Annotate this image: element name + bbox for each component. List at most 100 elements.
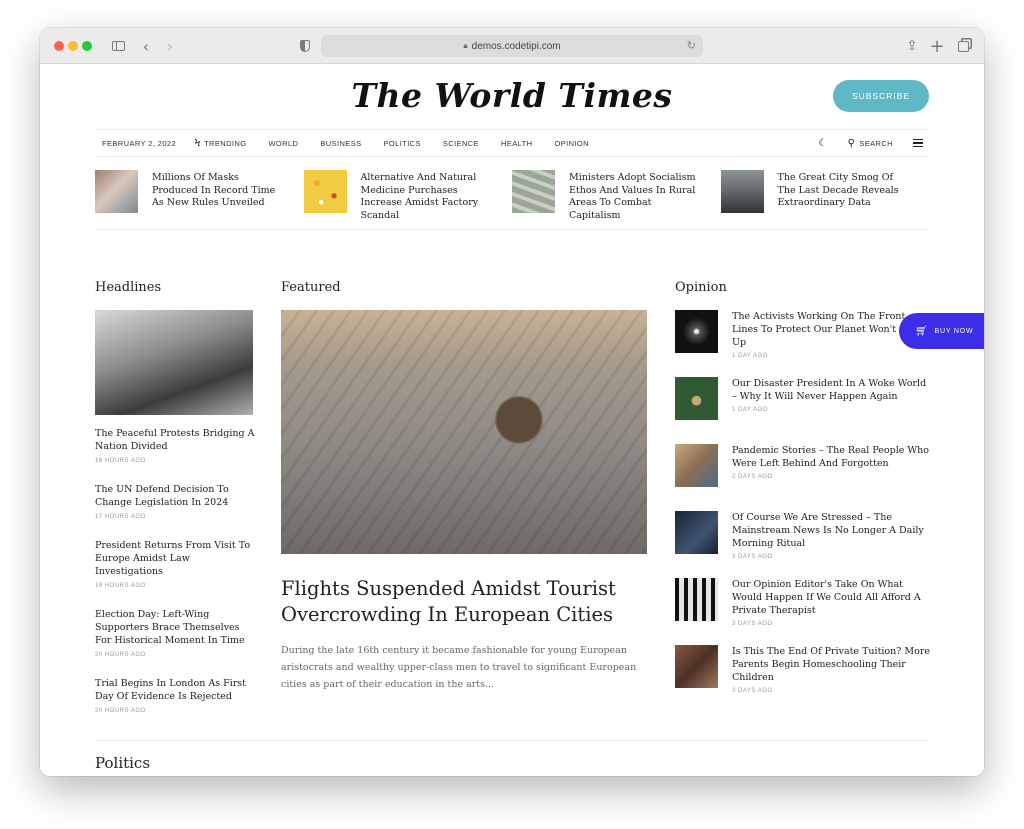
buy-now-label: BUY NOW xyxy=(934,327,974,335)
menu-hamburger-icon[interactable] xyxy=(913,139,923,147)
headline-title[interactable]: President Returns From Visit To Europe A… xyxy=(95,539,255,578)
trending-item[interactable]: Ministers Adopt Socialism Ethos And Valu… xyxy=(512,170,721,229)
minimize-window-button[interactable] xyxy=(68,41,78,51)
trending-thumbnail[interactable] xyxy=(303,170,347,213)
section-divider xyxy=(95,740,929,741)
featured-article: Flights Suspended Amidst Tourist Overcro… xyxy=(281,310,647,693)
nav-link-opinion[interactable]: OPINION xyxy=(554,139,588,148)
forward-arrow-icon[interactable]: › xyxy=(164,37,176,56)
zoom-window-button[interactable] xyxy=(82,41,92,51)
search-button[interactable]: ⚲ SEARCH xyxy=(848,138,893,149)
opinion-thumbnail[interactable] xyxy=(675,578,718,621)
opinion-title[interactable]: Of Course We Are Stressed – The Mainstre… xyxy=(732,511,930,550)
nav-link-politics[interactable]: POLITICS xyxy=(384,139,421,148)
headlines-column: The Peaceful Protests Bridging A Nation … xyxy=(95,310,255,733)
headline-time: 20 HOURS AGO xyxy=(95,652,146,658)
dark-mode-moon-icon[interactable]: ☾ xyxy=(818,138,827,149)
share-icon[interactable]: ⇪ xyxy=(905,37,919,55)
politics-heading: Politics xyxy=(95,754,151,772)
headline-time: 20 HOURS AGO xyxy=(95,708,146,714)
nav-link-world[interactable]: WORLD xyxy=(268,139,298,148)
headline-time: 17 HOURS AGO xyxy=(95,514,146,520)
opinion-time: 3 DAYS AGO xyxy=(732,688,773,694)
search-label: SEARCH xyxy=(859,138,893,148)
trending-item[interactable]: Millions Of Masks Produced In Record Tim… xyxy=(95,170,304,229)
opinion-time: 1 DAY AGO xyxy=(732,407,768,413)
lightning-icon: ϟ xyxy=(194,137,202,149)
new-tab-icon[interactable]: + xyxy=(929,36,944,57)
opinion-heading: Opinion xyxy=(675,280,727,295)
address-bar[interactable]: 🔒︎ demos.codetipi.com ↻ xyxy=(321,35,703,57)
trending-thumbnail[interactable] xyxy=(95,170,138,213)
nav-utilities: ☾ ⚲ SEARCH xyxy=(818,138,923,149)
opinion-item[interactable]: Of Course We Are Stressed – The Mainstre… xyxy=(675,511,930,578)
opinion-title[interactable]: Our Disaster President In A Woke World –… xyxy=(732,377,930,403)
opinion-item[interactable]: The Activists Working On The Front Lines… xyxy=(675,310,930,377)
trending-title[interactable]: Alternative And Natural Medicine Purchas… xyxy=(361,172,491,229)
browser-window: ‹ › 🔒︎ demos.codetipi.com ↻ ⇪ + The Worl… xyxy=(40,28,984,776)
opinion-thumbnail[interactable] xyxy=(675,444,718,487)
featured-heading: Featured xyxy=(281,280,341,295)
headline-time: 16 HOURS AGO xyxy=(95,458,146,464)
headline-time: 19 HOURS AGO xyxy=(95,583,146,589)
featured-excerpt: During the late 16th century it became f… xyxy=(281,645,637,690)
back-arrow-icon[interactable]: ‹ xyxy=(140,37,152,56)
headline-item[interactable]: President Returns From Visit To Europe A… xyxy=(95,539,255,589)
headline-item[interactable]: The Peaceful Protests Bridging A Nation … xyxy=(95,427,255,464)
trending-label: TRENDING xyxy=(204,138,247,148)
opinion-title[interactable]: Is This The End Of Private Tuition? More… xyxy=(732,645,930,684)
opinion-thumbnail[interactable] xyxy=(675,645,718,688)
nav-link-science[interactable]: SCIENCE xyxy=(443,139,479,148)
opinion-item[interactable]: Our Disaster President In A Woke World –… xyxy=(675,377,930,444)
reload-icon[interactable]: ↻ xyxy=(687,39,696,52)
headline-item[interactable]: The UN Defend Decision To Change Legisla… xyxy=(95,483,255,520)
opinion-title[interactable]: Our Opinion Editor's Take On What Would … xyxy=(732,578,930,617)
nav-link-health[interactable]: HEALTH xyxy=(501,139,532,148)
headline-lead-image[interactable] xyxy=(95,310,253,415)
trending-item[interactable]: The Great City Smog Of The Last Decade R… xyxy=(720,170,930,229)
buy-now-button[interactable]: 🛒︎ BUY NOW xyxy=(899,313,984,349)
headline-item[interactable]: Trial Begins In London As First Day Of E… xyxy=(95,677,255,714)
privacy-shield-icon[interactable] xyxy=(298,37,312,55)
subscribe-button[interactable]: SUBSCRIBE xyxy=(833,80,929,112)
opinion-time: 3 DAYS AGO xyxy=(732,554,773,560)
opinion-item[interactable]: Is This The End Of Private Tuition? More… xyxy=(675,645,930,712)
headlines-heading: Headlines xyxy=(95,280,162,295)
opinion-thumbnail[interactable] xyxy=(675,377,718,420)
masthead: The World Times SUBSCRIBE xyxy=(40,64,984,128)
featured-image[interactable] xyxy=(281,310,647,554)
opinion-thumbnail[interactable] xyxy=(675,511,718,554)
nav-link-business[interactable]: BUSINESS xyxy=(320,139,361,148)
trending-thumbnail[interactable] xyxy=(720,170,764,213)
url-text: demos.codetipi.com xyxy=(471,40,561,52)
opinion-item[interactable]: Our Opinion Editor's Take On What Would … xyxy=(675,578,930,645)
featured-title[interactable]: Flights Suspended Amidst Tourist Overcro… xyxy=(281,576,641,628)
opinion-time: 1 DAY AGO xyxy=(732,353,768,359)
close-window-button[interactable] xyxy=(54,41,64,51)
opinion-time: 3 DAYS AGO xyxy=(732,621,773,627)
trending-title[interactable]: Ministers Adopt Socialism Ethos And Valu… xyxy=(569,172,699,229)
shopping-cart-icon: 🛒︎ xyxy=(915,325,929,337)
opinion-item[interactable]: Pandemic Stories – The Real People Who W… xyxy=(675,444,930,511)
headline-title[interactable]: Election Day: Left-Wing Supporters Brace… xyxy=(95,608,255,647)
opinion-column: The Activists Working On The Front Lines… xyxy=(675,310,930,712)
web-page: The World Times SUBSCRIBE FEBRUARY 2, 20… xyxy=(40,64,984,776)
opinion-time: 2 DAYS AGO xyxy=(732,474,773,480)
headline-item[interactable]: Election Day: Left-Wing Supporters Brace… xyxy=(95,608,255,658)
headline-title[interactable]: The UN Defend Decision To Change Legisla… xyxy=(95,483,255,509)
tab-overview-icon[interactable] xyxy=(956,37,970,55)
trending-title[interactable]: The Great City Smog Of The Last Decade R… xyxy=(778,172,908,229)
current-date: FEBRUARY 2, 2022 xyxy=(102,138,177,148)
browser-toolbar: ‹ › 🔒︎ demos.codetipi.com ↻ ⇪ + xyxy=(40,28,984,64)
headline-title[interactable]: Trial Begins In London As First Day Of E… xyxy=(95,677,255,703)
search-icon: ⚲ xyxy=(847,137,856,149)
trending-thumbnail[interactable] xyxy=(512,170,555,213)
opinion-title[interactable]: Pandemic Stories – The Real People Who W… xyxy=(732,444,930,470)
trending-title[interactable]: Millions Of Masks Produced In Record Tim… xyxy=(152,172,282,229)
trending-strip: Millions Of Masks Produced In Record Tim… xyxy=(95,170,929,230)
opinion-thumbnail[interactable] xyxy=(675,310,718,353)
sidebar-toggle-icon[interactable] xyxy=(110,37,126,55)
headline-title[interactable]: The Peaceful Protests Bridging A Nation … xyxy=(95,427,255,453)
trending-item[interactable]: Alternative And Natural Medicine Purchas… xyxy=(303,170,513,229)
trending-link[interactable]: ϟ TRENDING xyxy=(194,138,246,149)
